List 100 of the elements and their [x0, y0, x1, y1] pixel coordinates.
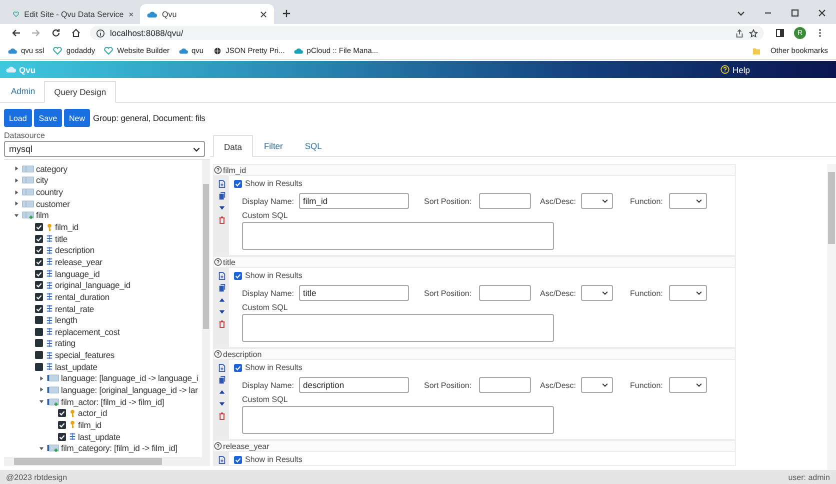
checkbox[interactable] — [35, 328, 43, 336]
star-icon[interactable] — [749, 28, 758, 38]
tree-item-label[interactable]: customer — [36, 198, 70, 209]
browser-tab[interactable]: Qvu — [140, 4, 274, 24]
design-tab[interactable]: Data — [213, 135, 253, 157]
custom-sql-field[interactable] — [242, 314, 554, 342]
help-icon[interactable] — [214, 166, 222, 174]
close-icon[interactable] — [128, 10, 133, 18]
tree-item-label[interactable]: category — [36, 164, 68, 174]
checkbox[interactable] — [35, 234, 43, 243]
checkbox[interactable] — [35, 270, 43, 278]
checkbox[interactable] — [234, 456, 242, 464]
tree-item-label[interactable]: film_category: [film_id -> film_id] — [61, 443, 178, 454]
checkbox[interactable] — [35, 351, 43, 360]
datasource-select[interactable]: mysql — [4, 141, 205, 157]
checkbox[interactable] — [35, 304, 43, 312]
checkbox[interactable] — [35, 258, 43, 266]
tree-item-label[interactable]: actor_id — [78, 408, 108, 418]
add-document-icon[interactable] — [218, 180, 226, 188]
display-name-input[interactable]: description — [299, 377, 409, 393]
browser-tab[interactable]: Edit Site - Qvu Data Service — [6, 4, 140, 24]
help-icon[interactable] — [214, 350, 222, 358]
checkbox[interactable] — [35, 281, 43, 290]
arrow-up-icon[interactable] — [218, 388, 226, 396]
close-icon[interactable] — [817, 8, 827, 18]
delete-icon[interactable] — [218, 216, 226, 224]
reload-icon[interactable] — [51, 28, 61, 38]
back-icon[interactable] — [11, 28, 21, 38]
vertical-scrollbar[interactable] — [827, 164, 836, 470]
vertical-scrollbar[interactable] — [202, 160, 210, 457]
checkbox[interactable] — [234, 272, 242, 280]
side-panel-icon[interactable] — [775, 28, 785, 38]
checkbox[interactable] — [35, 339, 43, 348]
arrow-down-icon[interactable] — [218, 204, 226, 212]
checkbox[interactable] — [35, 246, 43, 254]
caret-icon[interactable] — [39, 387, 44, 392]
tree-item-label[interactable]: rental_rate — [55, 304, 94, 314]
tree-item-label[interactable]: release_year — [55, 256, 102, 267]
tree-item-label[interactable]: title — [55, 234, 68, 244]
tree-item-label[interactable]: length — [55, 315, 78, 326]
help-link[interactable]: Help — [732, 64, 750, 74]
tree-item-label[interactable]: last_update — [78, 432, 120, 442]
design-tab[interactable]: SQL — [294, 135, 333, 156]
caret-icon[interactable] — [14, 178, 19, 183]
arrow-up-icon[interactable] — [218, 296, 226, 304]
caret-icon[interactable] — [39, 376, 44, 381]
toolbar-button[interactable]: Save — [34, 109, 62, 127]
home-icon[interactable] — [71, 28, 81, 38]
tree-item-label[interactable]: city — [36, 175, 48, 186]
display-name-input[interactable]: title — [299, 285, 409, 301]
checkbox[interactable] — [35, 223, 43, 232]
custom-sql-field[interactable] — [242, 222, 554, 250]
tree-item-label[interactable]: language_id — [55, 268, 100, 279]
info-icon[interactable] — [96, 28, 105, 38]
tree-item-label[interactable]: replacement_cost — [55, 326, 120, 337]
tree-item-label[interactable]: original_language_id — [55, 280, 130, 290]
display-name-input[interactable]: film_id — [299, 193, 409, 209]
checkbox[interactable] — [35, 362, 43, 371]
checkbox[interactable] — [234, 180, 242, 188]
checkbox[interactable] — [58, 420, 66, 429]
sort-position-input[interactable] — [479, 377, 531, 393]
sort-position-input[interactable] — [479, 193, 531, 209]
tree-item-label[interactable]: rating — [55, 338, 76, 348]
horizontal-scrollbar[interactable] — [4, 457, 210, 466]
add-document-icon[interactable] — [218, 272, 226, 280]
copy-icon[interactable] — [218, 376, 226, 384]
checkbox[interactable] — [58, 432, 66, 441]
copy-icon[interactable] — [218, 284, 226, 292]
page-tab[interactable]: Query Design — [44, 81, 116, 103]
add-document-icon[interactable] — [218, 364, 226, 372]
plus-icon[interactable] — [282, 9, 291, 18]
checkbox[interactable] — [58, 409, 66, 418]
caret-icon[interactable] — [14, 166, 19, 172]
tree-item-label[interactable]: language: [original_language_id -> lar — [61, 384, 198, 395]
caret-icon[interactable] — [39, 446, 44, 451]
caret-icon[interactable] — [14, 201, 19, 206]
tree-item-label[interactable]: country — [36, 187, 63, 198]
toolbar-button[interactable]: New — [64, 109, 90, 127]
caret-icon[interactable] — [39, 399, 44, 404]
help-icon[interactable] — [214, 258, 222, 266]
tree-item-label[interactable]: film — [36, 210, 49, 220]
close-icon[interactable] — [260, 10, 267, 18]
page-tab[interactable]: Admin — [2, 80, 44, 102]
tree-item-label[interactable]: last_update — [55, 362, 98, 372]
tree-item-label[interactable]: description — [55, 245, 94, 256]
caret-icon[interactable] — [14, 190, 19, 195]
share-icon[interactable] — [735, 28, 744, 38]
arrow-down-icon[interactable] — [218, 400, 226, 408]
copy-icon[interactable] — [218, 192, 226, 200]
sort-position-input[interactable] — [479, 285, 531, 301]
add-document-icon[interactable] — [218, 456, 226, 464]
tree-item-label[interactable]: film_actor: [film_id -> film_id] — [61, 396, 164, 407]
custom-sql-field[interactable] — [242, 406, 554, 434]
toolbar-button[interactable]: Load — [4, 109, 32, 127]
delete-icon[interactable] — [218, 320, 226, 328]
maximize-icon[interactable] — [790, 8, 800, 18]
tree-item-label[interactable]: film_id — [78, 420, 102, 430]
checkbox[interactable] — [35, 292, 43, 301]
tree-item-label[interactable]: special_features — [55, 350, 114, 360]
checkbox[interactable] — [234, 364, 242, 372]
